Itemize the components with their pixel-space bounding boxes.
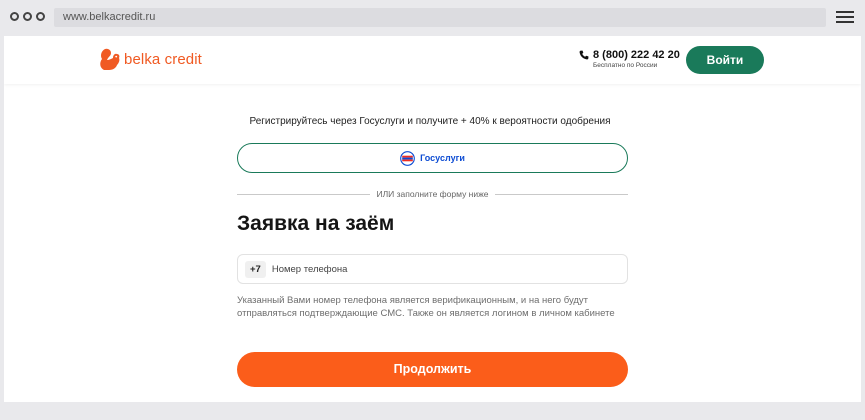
page-viewport: belka credit 8 (800) 222 42 20 Бесплатно… [4, 36, 861, 402]
divider-line [237, 193, 371, 195]
divider-line [494, 193, 629, 195]
gosuslugi-label: Госуслуги [420, 153, 465, 163]
site-logo[interactable]: belka credit [99, 47, 202, 71]
phone-input-wrapper[interactable]: +7 [237, 254, 628, 284]
squirrel-icon [100, 48, 120, 70]
loan-application-form: Регистрируйтесь через Госуслуги и получи… [237, 116, 629, 387]
gosuslugi-button[interactable]: Госуслуги [237, 143, 628, 173]
phone-number[interactable]: 8 (800) 222 42 20 [593, 49, 680, 61]
phone-input[interactable] [271, 263, 572, 275]
divider-text: ИЛИ заполните форму ниже [376, 189, 489, 199]
phone-subtitle: Бесплатно по России [593, 62, 658, 69]
window-dot-icon[interactable] [10, 12, 19, 21]
phone-icon [579, 50, 589, 60]
window-controls [10, 12, 45, 21]
window-dot-icon[interactable] [36, 12, 45, 21]
logo-text: belka credit [124, 50, 202, 68]
hamburger-icon[interactable] [836, 11, 854, 24]
continue-button[interactable]: Продолжить [237, 352, 628, 387]
browser-chrome: www.belkacredit.ru [0, 0, 865, 36]
window-dot-icon[interactable] [23, 12, 32, 21]
phone-prefix: +7 [245, 260, 266, 278]
site-header: belka credit 8 (800) 222 42 20 Бесплатно… [4, 36, 861, 84]
form-title: Заявка на заём [237, 212, 395, 235]
login-button[interactable]: Войти [686, 46, 764, 74]
phone-notice: Указанный Вами номер телефона является в… [237, 295, 615, 319]
gosuslugi-logo-icon [400, 150, 415, 166]
contact-phone[interactable]: 8 (800) 222 42 20 Бесплатно по России [579, 49, 680, 69]
gosuslugi-hint: Регистрируйтесь через Госуслуги и получи… [249, 116, 611, 127]
or-divider: ИЛИ заполните форму ниже [237, 189, 629, 199]
address-bar[interactable]: www.belkacredit.ru [54, 8, 826, 27]
